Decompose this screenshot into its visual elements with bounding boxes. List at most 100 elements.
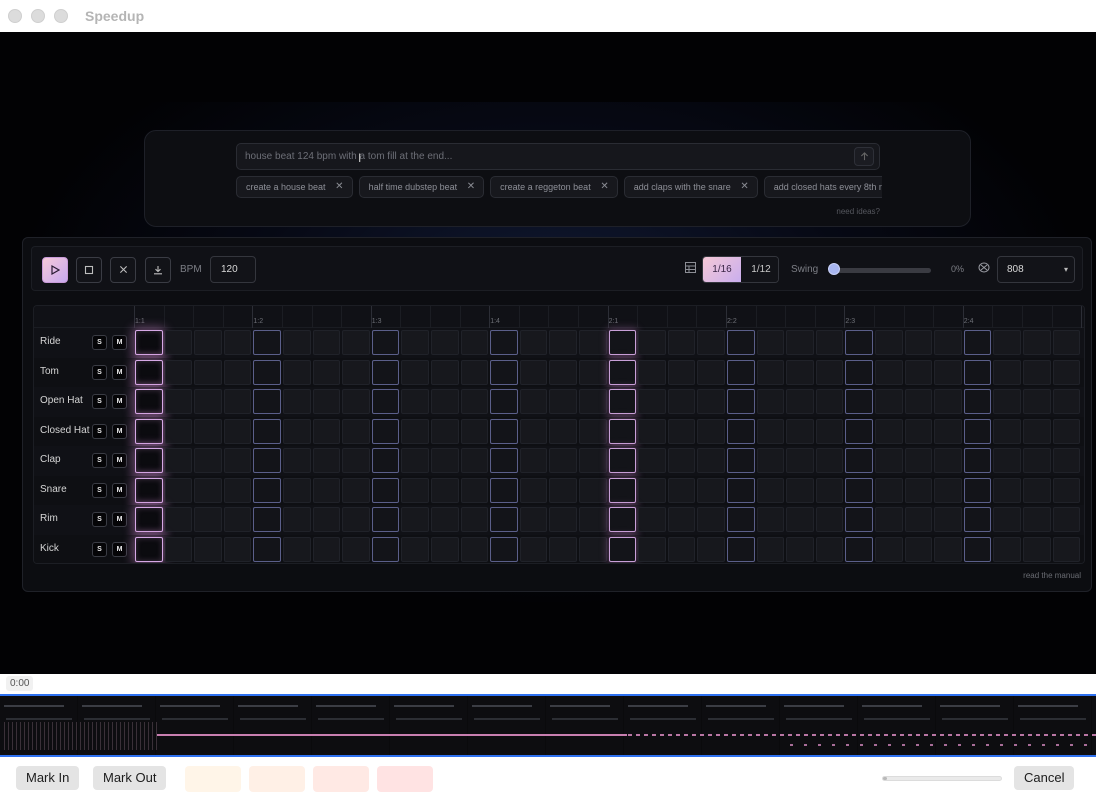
step-cell[interactable] xyxy=(460,330,489,355)
mute-button[interactable]: M xyxy=(112,453,127,468)
step-cell[interactable] xyxy=(993,418,1021,444)
mark-out-button[interactable]: Mark Out xyxy=(93,766,167,790)
step-cell[interactable] xyxy=(667,418,696,444)
download-button[interactable] xyxy=(145,257,171,283)
step-cell[interactable] xyxy=(460,418,489,444)
step-cell[interactable] xyxy=(460,389,489,414)
step-cell[interactable] xyxy=(579,507,607,532)
step-cell[interactable] xyxy=(845,418,873,444)
solo-button[interactable]: S xyxy=(92,335,107,350)
step-cell[interactable] xyxy=(253,448,281,473)
step-cell[interactable] xyxy=(490,507,518,532)
step-cell[interactable] xyxy=(194,359,222,385)
step-cell[interactable] xyxy=(401,448,429,473)
step-cell[interactable] xyxy=(786,418,814,444)
suggestion-chip[interactable]: create a house beat ✕ xyxy=(236,176,353,198)
step-cell[interactable] xyxy=(431,477,459,503)
step-cell[interactable] xyxy=(667,477,696,503)
step-cell[interactable] xyxy=(135,359,163,385)
step-cell[interactable] xyxy=(164,330,193,355)
step-cell[interactable] xyxy=(194,536,222,562)
step-cell[interactable] xyxy=(519,477,548,503)
step-cell[interactable] xyxy=(460,477,489,503)
step-cell[interactable] xyxy=(579,536,607,562)
step-cell[interactable] xyxy=(223,477,252,503)
step-cell[interactable] xyxy=(756,418,785,444)
minimize-window-button[interactable] xyxy=(31,9,45,23)
step-cell[interactable] xyxy=(756,507,785,532)
kit-select[interactable]: 808 ▾ xyxy=(997,256,1075,283)
step-cell[interactable] xyxy=(431,389,459,414)
step-cell[interactable] xyxy=(253,418,281,444)
step-cell[interactable] xyxy=(756,536,785,562)
step-cell[interactable] xyxy=(164,507,193,532)
step-cell[interactable] xyxy=(342,418,370,444)
step-cell[interactable] xyxy=(579,477,607,503)
step-cell[interactable] xyxy=(608,507,637,532)
step-cell[interactable] xyxy=(431,448,459,473)
step-cell[interactable] xyxy=(993,536,1021,562)
step-cell[interactable] xyxy=(283,330,311,355)
step-cell[interactable] xyxy=(401,359,429,385)
step-cell[interactable] xyxy=(963,359,992,385)
suggestion-chip[interactable]: half time dubstep beat ✕ xyxy=(358,176,485,198)
step-cell[interactable] xyxy=(164,418,193,444)
stop-button[interactable] xyxy=(76,257,102,283)
step-cell[interactable] xyxy=(401,507,429,532)
step-cell[interactable] xyxy=(993,359,1021,385)
step-cell[interactable] xyxy=(904,477,933,503)
step-cell[interactable] xyxy=(579,330,607,355)
timeline-strip[interactable] xyxy=(0,694,1096,757)
step-cell[interactable] xyxy=(963,418,992,444)
step-cell[interactable] xyxy=(490,359,518,385)
step-cell[interactable] xyxy=(253,536,281,562)
step-cell[interactable] xyxy=(223,359,252,385)
step-cell[interactable] xyxy=(667,507,696,532)
step-cell[interactable] xyxy=(342,536,370,562)
step-cell[interactable] xyxy=(519,330,548,355)
step-cell[interactable] xyxy=(875,477,903,503)
step-cell[interactable] xyxy=(697,418,725,444)
step-cell[interactable] xyxy=(756,330,785,355)
step-cell[interactable] xyxy=(579,448,607,473)
step-cell[interactable] xyxy=(519,359,548,385)
step-cell[interactable] xyxy=(1023,448,1051,473)
step-cell[interactable] xyxy=(993,507,1021,532)
step-cell[interactable] xyxy=(490,389,518,414)
step-cell[interactable] xyxy=(549,389,577,414)
step-cell[interactable] xyxy=(1052,507,1081,532)
step-cell[interactable] xyxy=(963,507,992,532)
step-cell[interactable] xyxy=(697,330,725,355)
mute-button[interactable]: M xyxy=(112,335,127,350)
step-cell[interactable] xyxy=(786,359,814,385)
step-cell[interactable] xyxy=(1052,477,1081,503)
step-cell[interactable] xyxy=(756,448,785,473)
step-cell[interactable] xyxy=(934,536,962,562)
step-cell[interactable] xyxy=(490,536,518,562)
step-cell[interactable] xyxy=(993,477,1021,503)
step-cell[interactable] xyxy=(371,418,400,444)
step-cell[interactable] xyxy=(727,359,755,385)
step-cell[interactable] xyxy=(786,536,814,562)
step-cell[interactable] xyxy=(283,536,311,562)
step-cell[interactable] xyxy=(608,536,637,562)
step-cell[interactable] xyxy=(727,330,755,355)
step-cell[interactable] xyxy=(223,330,252,355)
step-cell[interactable] xyxy=(223,389,252,414)
step-cell[interactable] xyxy=(164,389,193,414)
step-cell[interactable] xyxy=(845,330,873,355)
step-cell[interactable] xyxy=(667,448,696,473)
step-cell[interactable] xyxy=(135,477,163,503)
step-cell[interactable] xyxy=(875,389,903,414)
solo-button[interactable]: S xyxy=(92,512,107,527)
step-cell[interactable] xyxy=(223,418,252,444)
step-cell[interactable] xyxy=(164,477,193,503)
step-cell[interactable] xyxy=(934,418,962,444)
step-cell[interactable] xyxy=(608,448,637,473)
step-cell[interactable] xyxy=(875,536,903,562)
solo-button[interactable]: S xyxy=(92,482,107,498)
step-cell[interactable] xyxy=(579,359,607,385)
step-cell[interactable] xyxy=(1023,330,1051,355)
step-cell[interactable] xyxy=(253,389,281,414)
resolution-1-12-button[interactable]: 1/12 xyxy=(742,257,778,282)
